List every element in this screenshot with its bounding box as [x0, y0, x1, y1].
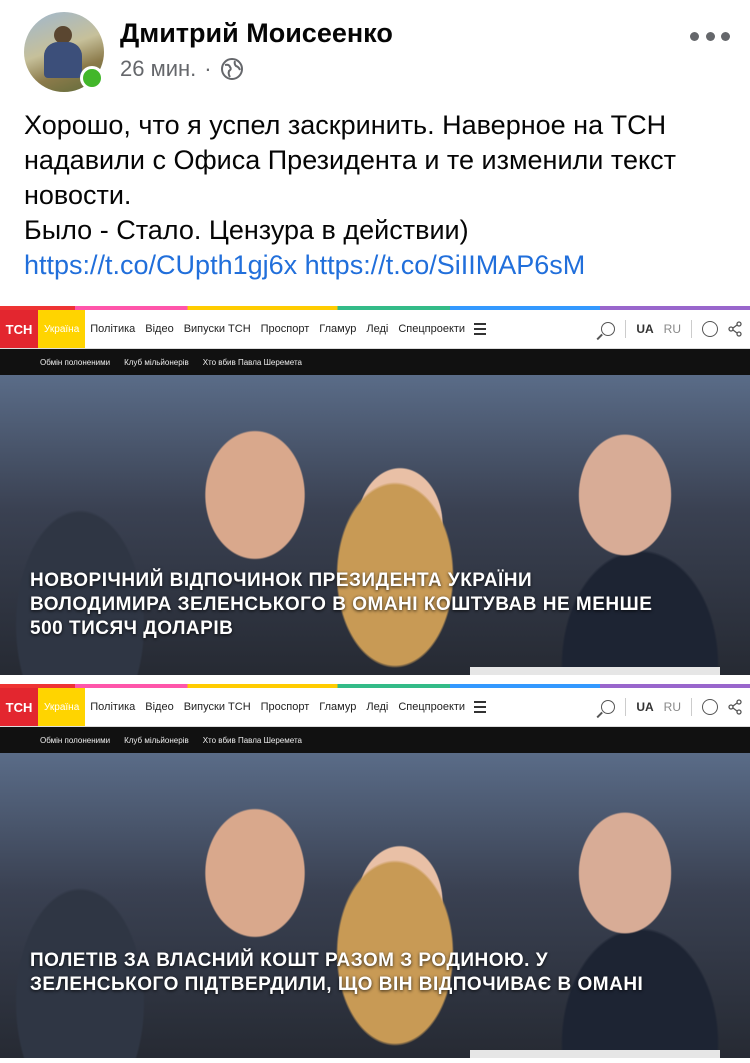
tsn-nav-item: Проспорт — [260, 323, 310, 335]
post-header: Дмитрий Моисеенко 26 мин. · — [0, 0, 750, 100]
tsn-lang-ua: UA — [636, 700, 654, 714]
meta-separator: · — [204, 56, 212, 81]
tsn-headline: НОВОРІЧНИЙ ВІДПОЧИНОК ПРЕЗИДЕНТА УКРАЇНИ… — [30, 570, 653, 639]
tsn-headline: ПОЛЕТІВ ЗА ВЛАСНИЙ КОШТ РАЗОМ З РОДИНОЮ.… — [30, 950, 644, 995]
tsn-subnav-item: Обмін полоненими — [40, 735, 111, 745]
tsn-hero-image: ПОЛЕТІВ ЗА ВЛАСНИЙ КОШТ РАЗОМ З РОДИНОЮ.… — [0, 753, 750, 1058]
tsn-nav-item: Спецпроекти — [398, 701, 466, 713]
divider — [625, 698, 627, 716]
tsn-screenshot-after[interactable]: ТСН Україна Політика Відео Випуски ТСН П… — [0, 684, 750, 1063]
tsn-subnav-item: Хто вбив Павла Шеремета — [202, 735, 302, 745]
tsn-nav-item: Випуски ТСН — [183, 701, 251, 713]
tsn-nav-item: Випуски ТСН — [183, 323, 251, 335]
tsn-subnav-item: Обмін полоненими — [40, 357, 111, 367]
globe-icon — [220, 58, 243, 80]
more-dot — [690, 31, 699, 41]
tsn-subnav-item: Клуб мільйонерів — [124, 735, 189, 745]
avatar[interactable] — [24, 12, 104, 92]
tsn-navbar: ТСН Україна Політика Відео Випуски ТСН П… — [0, 688, 750, 727]
tsn-lang-ua: UA — [636, 322, 654, 336]
post-text-line: Хорошо, что я успел заскринить. Наверное… — [24, 110, 667, 140]
tsn-lang-ru: RU — [663, 700, 681, 714]
tsn-tab-ukraine: Україна — [38, 310, 86, 348]
post-time[interactable]: 26 мин. — [120, 56, 196, 82]
tsn-nav-item: Леді — [366, 701, 389, 713]
post-text-line: надавили с Офиса Президента и те изменил… — [24, 145, 676, 175]
tsn-tab-ukraine: Україна — [38, 688, 86, 726]
post-link[interactable]: https://t.co/SiIIMAP6sM — [305, 250, 586, 280]
post-link[interactable]: https://t.co/CUpth1gj6x — [24, 250, 297, 280]
more-dot — [721, 31, 730, 41]
tsn-share-icon — [728, 321, 742, 337]
divider — [691, 698, 692, 716]
tsn-nav-item: Проспорт — [260, 701, 310, 713]
tsn-hero-bar — [470, 1050, 720, 1058]
tsn-navbar: ТСН Україна Політика Відео Випуски ТСН П… — [0, 310, 750, 349]
tsn-nav-item: Спецпроекти — [398, 323, 466, 335]
tsn-nav-item: Леді — [366, 323, 389, 335]
avatar-figure-body — [44, 42, 82, 78]
author-name[interactable]: Дмитрий Моисеенко — [120, 18, 393, 49]
tsn-share-icon — [728, 699, 742, 715]
tsn-search-icon — [601, 322, 616, 336]
post-meta: 26 мин. · — [120, 56, 244, 82]
tsn-subnav: Обмін полоненими Клуб мільйонерів Хто вб… — [0, 727, 750, 753]
more-dot — [705, 31, 715, 41]
tsn-menu-icon — [474, 701, 487, 713]
tsn-subnav-item: Клуб мільйонерів — [124, 357, 189, 367]
tsn-subnav-item: Хто вбив Павла Шеремета — [202, 357, 302, 367]
tsn-screenshot-before[interactable]: ТСН Україна Політика Відео Випуски ТСН П… — [0, 306, 750, 678]
online-status-dot — [80, 66, 104, 90]
tsn-nav-right: UA RU — [601, 310, 742, 348]
tsn-hero-bar — [470, 667, 720, 675]
tsn-nav-item: Політика — [90, 323, 136, 335]
tsn-logo: ТСН — [0, 310, 38, 348]
tsn-logo: ТСН — [0, 688, 38, 726]
tsn-user-icon — [702, 699, 718, 715]
tsn-nav-item: Гламур — [319, 323, 357, 335]
post-links: https://t.co/CUpth1gj6x https://t.co/SiI… — [24, 248, 734, 283]
post-text-line: Было - Стало. Цензура в действии) — [24, 215, 469, 245]
tsn-lang-ru: RU — [663, 322, 681, 336]
tsn-subnav: Обмін полоненими Клуб мільйонерів Хто вб… — [0, 349, 750, 375]
tsn-nav-item: Гламур — [319, 701, 357, 713]
tsn-search-icon — [601, 700, 616, 714]
tsn-nav-right: UA RU — [601, 688, 742, 726]
post-text: Хорошо, что я успел заскринить. Наверное… — [24, 108, 734, 283]
tsn-nav-item: Відео — [145, 701, 174, 713]
tsn-nav-item: Політика — [90, 701, 136, 713]
divider — [691, 320, 692, 338]
more-options-icon[interactable] — [690, 26, 730, 46]
tsn-nav-item: Відео — [145, 323, 174, 335]
tsn-user-icon — [702, 321, 718, 337]
post-text-line: новости. — [24, 180, 132, 210]
divider — [625, 320, 627, 338]
tsn-hero-image: НОВОРІЧНИЙ ВІДПОЧИНОК ПРЕЗИДЕНТА УКРАЇНИ… — [0, 375, 750, 675]
tsn-menu-icon — [474, 323, 487, 335]
